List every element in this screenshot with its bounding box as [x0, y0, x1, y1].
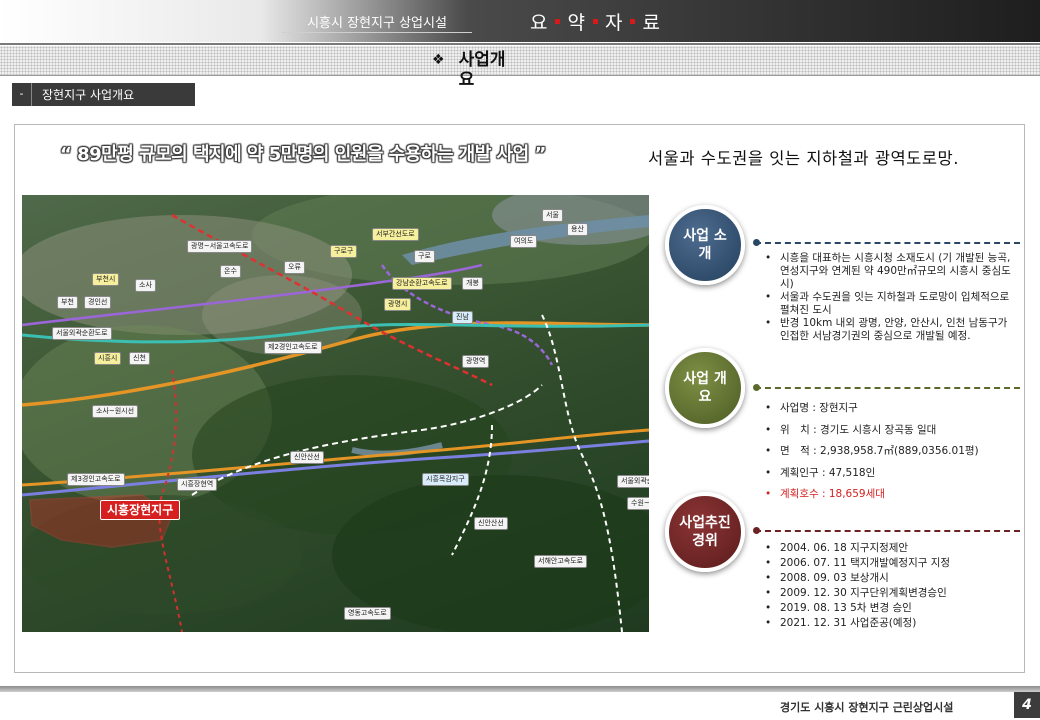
map-label: 시흥시	[94, 352, 122, 365]
list-item: 2019. 08. 13 5차 변경 승인	[762, 601, 1020, 616]
map-label: 소사~원시선	[92, 405, 139, 418]
dashed-connector	[755, 530, 1020, 532]
map-label: 소사	[135, 279, 156, 292]
list-item: 사업명 : 장현지구	[762, 402, 1020, 415]
circle-label: 사업 소개	[683, 228, 727, 262]
header-divider	[0, 43, 1040, 45]
list-item: 2008. 09. 03 보상개시	[762, 571, 1020, 586]
map-label: 경인선	[84, 296, 112, 309]
map-label: 오류	[284, 261, 305, 274]
badge-label: 장현지구 사업개요	[42, 88, 135, 102]
map-label: 신천	[129, 352, 150, 365]
list-item: 2006. 07. 11 택지개발예정지구 지정	[762, 556, 1020, 571]
connector-dot	[753, 239, 760, 246]
map-label: 강남순환고속도로	[392, 277, 452, 290]
list-item: 계획호수 : 18,659세대	[762, 488, 1020, 501]
header-subtitle: 시흥시 장현지구 상업시설	[307, 16, 447, 31]
map-label: 신안산선	[474, 517, 508, 530]
red-square-icon	[555, 19, 561, 24]
header-title-char: 자	[604, 12, 624, 34]
section-title-text: 사업개요	[458, 50, 506, 90]
red-square-icon	[630, 19, 636, 24]
list-item: 2021. 12. 31 사업준공(예정)	[762, 616, 1020, 631]
circle-label: 사업 개요	[683, 371, 727, 405]
header-title: 요 약 자 료	[530, 8, 661, 35]
map-label: 서울	[542, 209, 563, 222]
panel-history-list: 2004. 06. 18 지구지정제안 2006. 07. 11 택지개발예정지…	[762, 541, 1020, 631]
page-number: 4	[1014, 692, 1040, 718]
map-label: 서해안고속도로	[534, 555, 588, 568]
circle-history: 사업추진 경위	[665, 492, 745, 572]
header-title-char: 료	[642, 12, 661, 34]
map-label: 부천시	[92, 273, 120, 286]
list-item: 면 적 : 2,938,958.7㎡(889,0356.01평)	[762, 445, 1020, 458]
map-label-highlight: 시흥장현지구	[100, 500, 181, 520]
headline-quote: “ 89만평 규모의 택지에 약 5만명의 인원을 수용하는 개발 사업 ”	[60, 144, 546, 165]
map-label: 제3경인고속도로	[67, 473, 125, 486]
list-item: 2004. 06. 18 지구지정제안	[762, 541, 1020, 556]
map-label: 시흥장현역	[177, 478, 218, 491]
circle-intro: 사업 소개	[665, 205, 745, 285]
list-item: 계획인구 : 47,518인	[762, 467, 1020, 480]
map-label: 광명~서울고속도로	[187, 240, 253, 253]
map-label: 광명시	[384, 298, 412, 311]
diamond-bullet-icon: ❖	[432, 52, 445, 68]
panel-overview-list: 사업명 : 장현지구 위 치 : 경기도 시흥시 장곡동 일대 면 적 : 2,…	[762, 402, 1020, 510]
list-item: 반경 10km 내외 광명, 안양, 안산시, 인천 남동구가 인접한 서남경기…	[762, 317, 1020, 343]
map-label: 광명역	[462, 355, 490, 368]
header-title-char: 약	[567, 12, 586, 34]
footer-band	[0, 686, 1040, 692]
header-bar: 시흥시 장현지구 상업시설 요 약 자 료	[0, 0, 1040, 42]
section-title: ❖ 사업개요	[432, 50, 521, 90]
map-label: 제2경인고속도로	[264, 341, 322, 354]
map-label: 서울외곽순환	[617, 475, 649, 488]
panel-intro-list: 시흥을 대표하는 시흥시청 소재도시 (기 개발된 능곡, 연성지구와 연계된 …	[762, 252, 1020, 343]
map-label: 구로구	[330, 245, 358, 258]
badge-marker: -	[12, 83, 32, 106]
map-label: 개봉	[462, 277, 483, 290]
circle-overview: 사업 개요	[665, 348, 745, 428]
list-item: 서울과 수도권을 잇는 지하철과 도로망이 입체적으로 펼쳐진 도시	[762, 291, 1020, 317]
circle-label: 사업추진 경위	[679, 515, 731, 549]
list-item: 위 치 : 경기도 시흥시 장곡동 일대	[762, 424, 1020, 437]
header-subtitle-underline	[282, 32, 472, 33]
map-label: 서부간선도로	[372, 228, 419, 241]
header-title-char: 요	[530, 12, 549, 34]
headline-text: 서울과 수도권을 잇는 지하철과 광역도로망.	[648, 149, 959, 168]
footer-text: 경기도 시흥시 장현지구 근린상업시설	[780, 701, 954, 714]
map-label: 부천	[57, 296, 78, 309]
aerial-map: 서울 용산 여의도 서부간선도로 광명~서울고속도로 구로구 온수 오류 구로 …	[22, 195, 649, 632]
map-label: 신안산선	[290, 451, 324, 464]
connector-dot	[753, 384, 760, 391]
map-label: 시흥목감지구	[422, 473, 469, 486]
map-label: 진남	[452, 311, 473, 324]
list-item: 시흥을 대표하는 시흥시청 소재도시 (기 개발된 능곡, 연성지구와 연계된 …	[762, 252, 1020, 291]
dashed-connector	[755, 387, 1020, 389]
map-label: 수원~광	[627, 497, 649, 510]
map-label: 구로	[414, 250, 435, 263]
dashed-connector	[755, 242, 1020, 244]
subsection-badge: - 장현지구 사업개요	[12, 83, 195, 106]
red-square-icon	[592, 19, 598, 24]
map-label: 온수	[220, 265, 241, 278]
map-label: 영동고속도로	[344, 607, 391, 620]
list-item: 2009. 12. 30 지구단위계획변경승인	[762, 586, 1020, 601]
map-label: 용산	[567, 223, 588, 236]
connector-dot	[753, 527, 760, 534]
map-label: 여의도	[510, 235, 538, 248]
map-label: 서울외곽순환도로	[52, 327, 112, 340]
